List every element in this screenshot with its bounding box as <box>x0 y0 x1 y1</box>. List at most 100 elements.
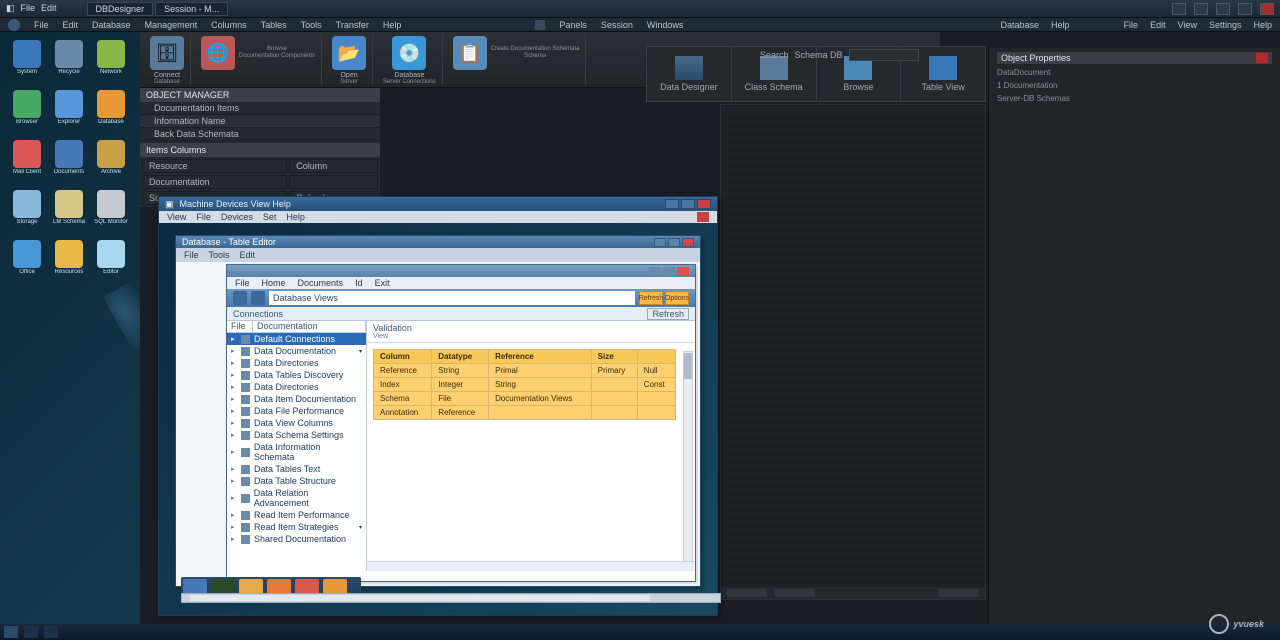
grid-cell[interactable] <box>591 406 637 420</box>
fwd-button[interactable] <box>251 291 265 305</box>
desktop-icon[interactable]: Recycle <box>50 40 88 88</box>
grid-cell[interactable]: String <box>489 378 592 392</box>
tree-node[interactable]: Data Tables Discovery <box>227 369 366 381</box>
vm-titlebar[interactable]: ▣ Machine Devices View Help <box>159 197 717 211</box>
vm-menu-item[interactable]: View <box>167 212 186 222</box>
db-menu-item[interactable]: Home <box>262 278 286 288</box>
tree-node[interactable]: Read Item Performance <box>227 509 366 521</box>
grid-header[interactable]: Datatype <box>432 350 489 364</box>
desktop-icon[interactable]: Explorer <box>50 90 88 138</box>
ex-tool[interactable]: Tools <box>209 250 230 260</box>
vm-menu-item[interactable]: File <box>196 212 211 222</box>
grid-cell[interactable] <box>637 406 676 420</box>
ex-max-button[interactable] <box>668 238 680 247</box>
vm-min-button[interactable] <box>665 199 679 209</box>
db-icon[interactable]: 💿 <box>392 36 426 70</box>
menu-management[interactable]: Management <box>145 20 198 30</box>
start-button[interactable] <box>4 626 18 638</box>
back-button[interactable] <box>233 291 247 305</box>
tree-node[interactable]: Data Item Documentation <box>227 393 366 405</box>
ex-tool[interactable]: File <box>184 250 199 260</box>
explorer-titlebar[interactable]: Database - Table Editor <box>176 236 700 248</box>
sub-select[interactable]: Refresh <box>647 308 689 320</box>
desktop-icon[interactable]: System <box>8 40 46 88</box>
connect-icon[interactable]: 🗄 <box>150 36 184 70</box>
grid-row[interactable]: ReferenceStringPrimalPrimaryNull <box>374 364 676 378</box>
db-menu-item[interactable]: File <box>235 278 250 288</box>
open-icon[interactable]: 📂 <box>332 36 366 70</box>
scrollbar[interactable] <box>683 351 693 569</box>
canvas-pane[interactable] <box>720 104 986 600</box>
menu2-view[interactable]: View <box>1178 20 1197 30</box>
desktop-icon[interactable]: Database <box>92 90 130 138</box>
menu2-help[interactable]: Help <box>1253 20 1272 30</box>
tree-node[interactable]: Read Item Strategies <box>227 521 366 533</box>
grid-cell[interactable]: Annotation <box>374 406 432 420</box>
close-button[interactable] <box>1260 3 1274 15</box>
ex-min-button[interactable] <box>654 238 666 247</box>
desktop-icon[interactable]: Mail Client <box>8 140 46 188</box>
desktop-icon[interactable]: Documents <box>50 140 88 188</box>
grid-header[interactable]: Size <box>591 350 637 364</box>
desktop-icon[interactable]: Archive <box>92 140 130 188</box>
grid-cell[interactable] <box>591 378 637 392</box>
menu2-file[interactable]: File <box>1124 20 1139 30</box>
grid-header[interactable]: Reference <box>489 350 592 364</box>
grid-header[interactable]: Column <box>374 350 432 364</box>
db-min-button[interactable] <box>649 267 661 276</box>
browse-icon[interactable]: 🌐 <box>201 36 235 70</box>
grid-cell[interactable]: Integer <box>432 378 489 392</box>
grid-cell[interactable]: Primal <box>489 364 592 378</box>
menu-database[interactable]: Database <box>92 20 131 30</box>
grid-cell[interactable]: Const <box>637 378 676 392</box>
ex-tool[interactable]: Edit <box>240 250 256 260</box>
desktop-icon[interactable]: Office <box>8 240 46 288</box>
menu2-settings[interactable]: Settings <box>1209 20 1242 30</box>
menu-file[interactable]: File <box>34 20 49 30</box>
quicklaunch-icon[interactable] <box>44 626 58 638</box>
vm-max-button[interactable] <box>681 199 695 209</box>
menu-r-search[interactable]: Database <box>1001 20 1040 30</box>
grid-cell[interactable]: Documentation Views <box>489 392 592 406</box>
grid-header[interactable] <box>637 350 676 364</box>
orb-icon[interactable] <box>8 19 20 31</box>
db-menu-item[interactable]: Id <box>355 278 363 288</box>
search-input[interactable] <box>849 49 919 61</box>
db-max-button[interactable] <box>663 267 675 276</box>
db-tree[interactable]: FileDocumentation Default ConnectionsDat… <box>227 321 367 571</box>
menu-help[interactable]: Help <box>383 20 402 30</box>
tree-node[interactable]: Data Directories <box>227 357 366 369</box>
db-close-button[interactable] <box>677 267 689 276</box>
grid-cell[interactable]: File <box>432 392 489 406</box>
info-row[interactable]: Back Data Schemata <box>140 128 380 141</box>
vm-menu-item[interactable]: Set <box>263 212 277 222</box>
toolbar-icon[interactable] <box>535 20 545 30</box>
menu-windows[interactable]: Windows <box>647 20 684 30</box>
vm-inner-close-icon[interactable] <box>697 212 709 222</box>
desktop-icon[interactable]: LM Schema <box>50 190 88 238</box>
restore-button[interactable] <box>1216 3 1230 15</box>
desktop-icon[interactable]: Browser <box>8 90 46 138</box>
menu-r-help[interactable]: Help <box>1051 20 1070 30</box>
minimize-button[interactable] <box>1172 3 1186 15</box>
menu2-edit[interactable]: Edit <box>1150 20 1166 30</box>
grid-table[interactable]: ColumnDatatypeReferenceSizeReferenceStri… <box>373 349 676 420</box>
grid-row[interactable]: IndexIntegerString Const <box>374 378 676 392</box>
tree-node[interactable]: Data Relation Advancement <box>227 487 366 509</box>
titlebar-tab[interactable]: Session - M... <box>155 2 228 16</box>
menu-tables[interactable]: Tables <box>261 20 287 30</box>
db-menu-item[interactable]: Documents <box>298 278 344 288</box>
grid-cell[interactable]: Schema <box>374 392 432 406</box>
tree-node[interactable]: Data Tables Text <box>227 463 366 475</box>
grid-row[interactable]: AnnotationReference <box>374 406 676 420</box>
tree-node[interactable]: Data Information Schemata <box>227 441 366 463</box>
grid-cell[interactable]: Reference <box>432 406 489 420</box>
schema-icon[interactable]: 📋 <box>453 36 487 70</box>
quicklaunch-icon[interactable] <box>24 626 38 638</box>
db-menu-item[interactable]: Exit <box>375 278 390 288</box>
address-path[interactable]: Database Views <box>269 291 635 305</box>
desktop-icon[interactable]: SQL Monitor <box>92 190 130 238</box>
refresh-button[interactable]: Refresh <box>639 291 663 305</box>
info-row[interactable]: Information Name <box>140 115 380 128</box>
grid-cell[interactable]: Index <box>374 378 432 392</box>
